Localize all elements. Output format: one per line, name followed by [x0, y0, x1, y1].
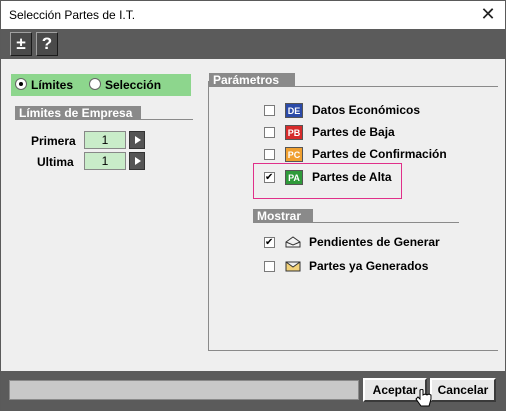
parametro-label[interactable]: Datos Económicos	[312, 103, 420, 117]
mostrar-checkbox[interactable]	[264, 237, 275, 248]
limites-divider	[141, 119, 193, 120]
parametro-checkbox[interactable]	[264, 149, 275, 160]
open-envelope-icon	[285, 236, 301, 248]
progress-bar	[9, 380, 359, 400]
mostrar-header: Mostrar	[253, 209, 313, 223]
ultima-label: Ultima	[37, 155, 74, 169]
mode-selector: Límites Selección	[11, 74, 191, 96]
parametros-divider	[295, 86, 498, 87]
parametro-checkbox[interactable]	[264, 127, 275, 138]
primera-arrow-button[interactable]	[129, 131, 145, 149]
hand-cursor-icon	[415, 389, 432, 407]
limites-header: Límites de Empresa	[15, 106, 141, 120]
dialog-window: Selección Partes de I.T. ✕ ± ? Límites S…	[0, 0, 506, 411]
radio-seleccion-label[interactable]: Selección	[105, 78, 161, 92]
parametro-badge-icon: PC	[285, 147, 303, 162]
plus-minus-button[interactable]: ±	[10, 32, 32, 56]
parametros-bottom-border	[208, 350, 498, 351]
close-icon[interactable]: ✕	[477, 4, 499, 24]
parametros-border	[208, 81, 209, 351]
title-bar: Selección Partes de I.T. ✕	[1, 1, 505, 29]
primera-label: Primera	[31, 134, 76, 148]
closed-envelope-icon	[285, 261, 301, 272]
highlight-box	[253, 163, 402, 199]
parametro-checkbox[interactable]	[264, 105, 275, 116]
parametro-badge-icon: DE	[285, 103, 303, 118]
primera-field[interactable]: 1	[84, 131, 126, 149]
bottom-bar: Aceptar Cancelar	[1, 371, 505, 410]
ultima-field[interactable]: 1	[84, 152, 126, 170]
mostrar-checkbox[interactable]	[264, 261, 275, 272]
radio-limites-label[interactable]: Límites	[31, 78, 73, 92]
parametros-header: Parámetros	[209, 73, 295, 87]
parametro-badge-icon: PB	[285, 125, 303, 140]
toolbar: ± ?	[1, 29, 505, 59]
ultima-arrow-button[interactable]	[129, 152, 145, 170]
mostrar-label[interactable]: Partes ya Generados	[309, 259, 428, 273]
mostrar-divider	[313, 222, 459, 223]
radio-seleccion[interactable]	[89, 78, 101, 90]
mostrar-label[interactable]: Pendientes de Generar	[309, 235, 440, 249]
content-area: Límites Selección Límites de Empresa Pri…	[1, 59, 505, 371]
window-title: Selección Partes de I.T.	[9, 8, 136, 22]
parametro-label[interactable]: Partes de Confirmación	[312, 147, 447, 161]
help-button[interactable]: ?	[36, 32, 58, 56]
cancel-button[interactable]: Cancelar	[430, 378, 496, 402]
radio-limites[interactable]	[15, 78, 27, 90]
parametro-label[interactable]: Partes de Baja	[312, 125, 395, 139]
